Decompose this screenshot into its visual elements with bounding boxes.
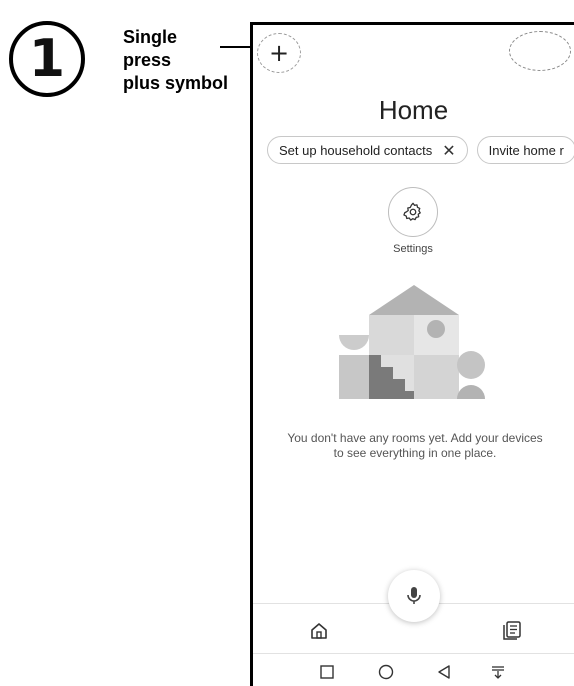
step-line-2: press <box>123 50 172 70</box>
step-line-1: Single <box>123 27 178 47</box>
phone-screen: + Home Set up household contacts ✕ Invit… <box>250 22 574 686</box>
page-title: Home <box>378 95 449 125</box>
mic-button[interactable] <box>388 570 440 622</box>
home-icon[interactable] <box>308 620 330 642</box>
chip-label: Invite home r <box>488 142 564 158</box>
square-icon[interactable] <box>319 664 335 680</box>
microphone-icon <box>407 587 421 604</box>
step-instruction: Single press plus symbol <box>123 26 228 95</box>
pull-down-icon[interactable] <box>490 664 506 680</box>
feed-icon[interactable] <box>501 619 523 641</box>
step-number: 1 <box>28 29 66 89</box>
plus-icon: + <box>268 39 290 67</box>
triangle-back-icon[interactable] <box>436 664 452 680</box>
gear-icon <box>403 202 421 221</box>
system-navigation-bar <box>253 653 574 686</box>
settings-button[interactable] <box>388 187 438 237</box>
circle-icon[interactable] <box>378 664 394 680</box>
step-number-badge: 1 <box>9 21 85 97</box>
chip-household-contacts[interactable]: Set up household contacts ✕ <box>267 136 468 164</box>
chip-invite-home[interactable]: Invite home r <box>476 136 574 164</box>
add-button[interactable]: + <box>257 33 301 73</box>
house-illustration <box>339 285 485 399</box>
empty-state-message: You don't have any rooms yet. Add your d… <box>287 431 543 460</box>
close-icon[interactable]: ✕ <box>442 141 455 160</box>
account-avatar[interactable] <box>509 31 571 71</box>
chip-label: Set up household contacts <box>279 142 433 158</box>
settings-label: Settings <box>393 243 433 255</box>
step-line-3: plus symbol <box>123 73 229 93</box>
suggestion-chips: Set up household contacts ✕ Invite home … <box>267 136 574 164</box>
